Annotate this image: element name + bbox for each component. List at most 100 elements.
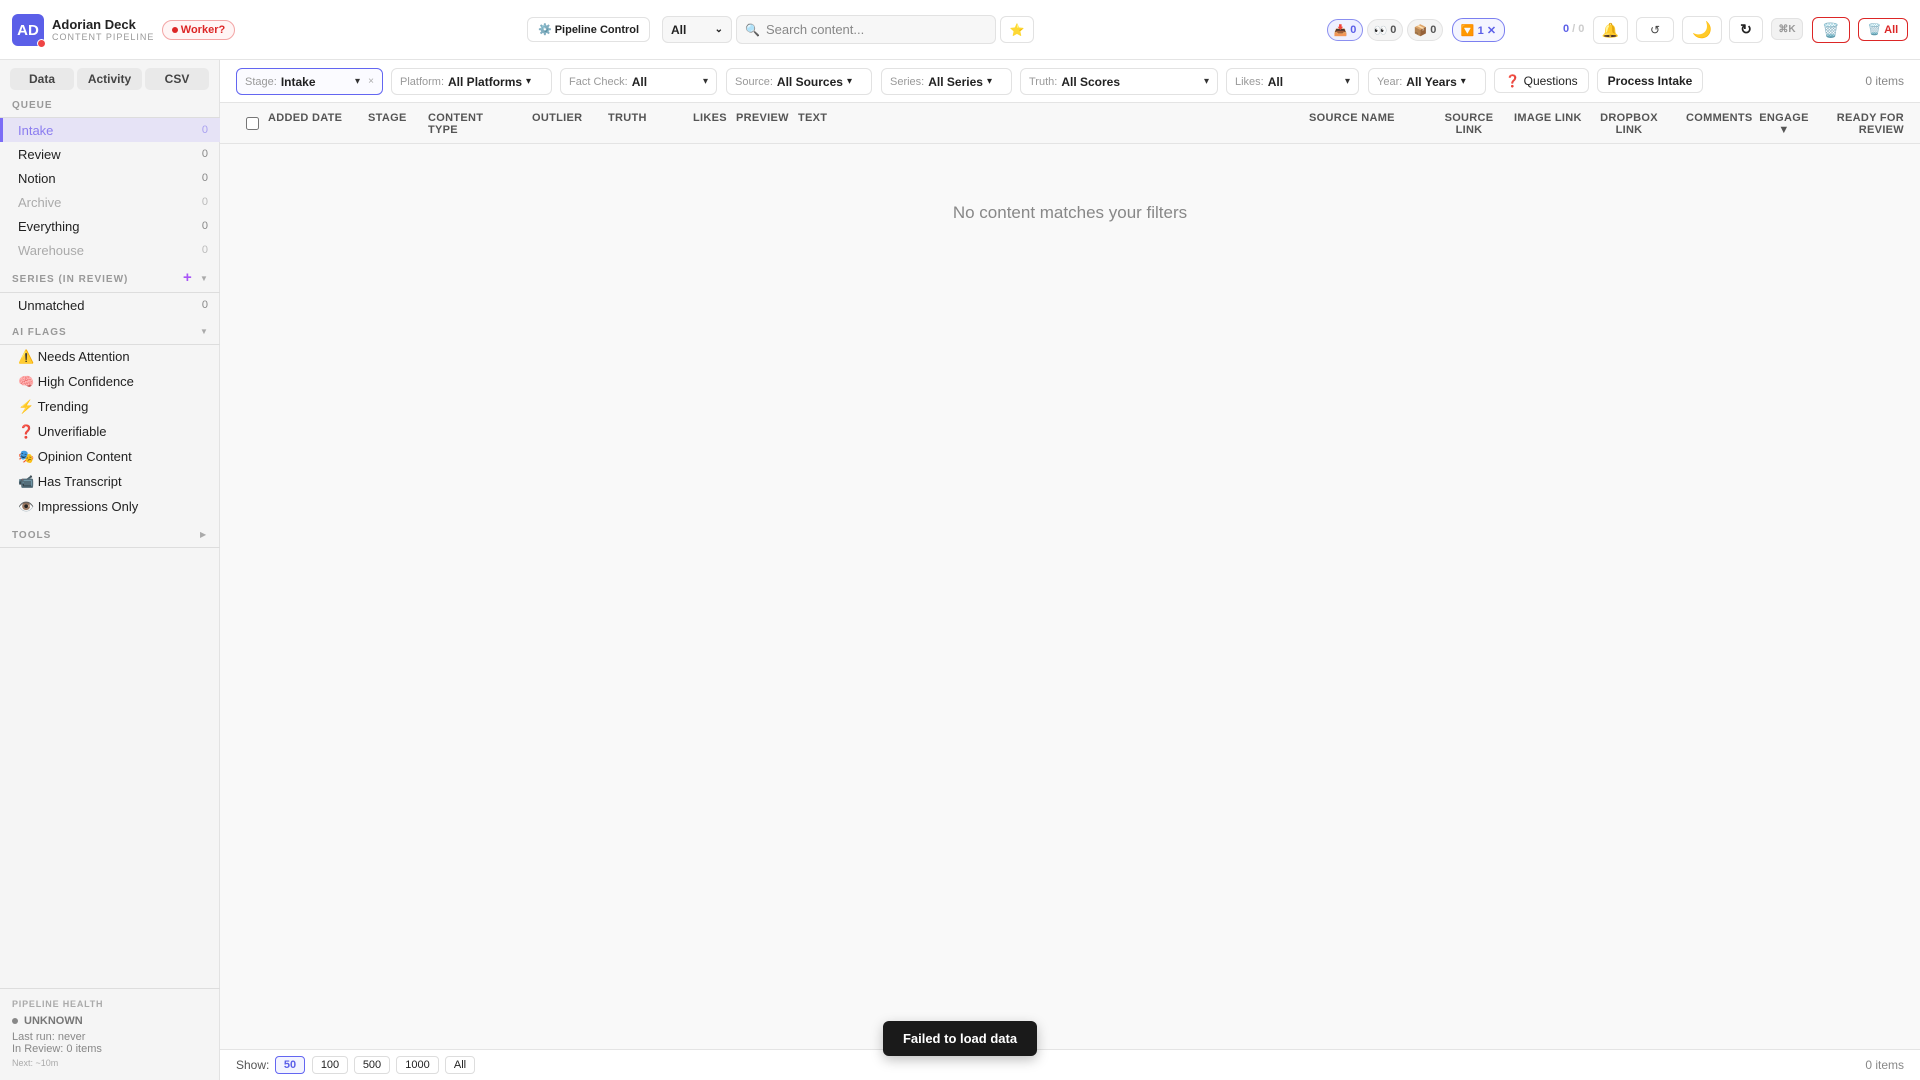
select-all-checkbox[interactable] (246, 117, 259, 130)
flag-needs-attention[interactable]: ⚠️ Needs Attention (0, 345, 220, 369)
footer-item-count: 0 items (1865, 1058, 1904, 1072)
app-title: Adorian Deck (52, 17, 136, 32)
page-size-500[interactable]: 500 (354, 1056, 390, 1074)
likes-filter[interactable]: Likes: All ▾ (1226, 68, 1359, 95)
favorites-star-button[interactable]: ⭐ (1000, 16, 1034, 43)
series-heading: SERIES (IN REVIEW) (12, 274, 129, 285)
footer (220, 1049, 1920, 1080)
worker-status-badge[interactable]: Worker? (162, 20, 235, 40)
clear-stage-icon[interactable]: × (368, 76, 374, 87)
add-series-button[interactable]: + (183, 269, 192, 286)
sidebar-item-warehouse[interactable]: Warehouse 0 (0, 238, 220, 262)
app-logo: AD (12, 14, 46, 48)
sidebar-item-intake[interactable]: Intake 0 (0, 118, 220, 142)
col-content-type[interactable]: CONTENT TYPE (428, 112, 488, 136)
app-subtitle: CONTENT PIPELINE (52, 32, 155, 42)
col-comments[interactable]: COMMENTS (1686, 112, 1753, 124)
col-added-date[interactable]: ADDED DATE (268, 112, 342, 124)
active-filters-clear[interactable]: 🔽 1 ✕ (1452, 18, 1505, 42)
collapse-flags-icon[interactable]: ▼ (200, 327, 208, 336)
col-ready-for-review[interactable]: READY FOR REVIEW (1830, 112, 1904, 136)
search-icon: 🔍 (745, 22, 760, 37)
progress-readout: 0 / 0 (1563, 23, 1585, 35)
col-engage-sorted[interactable]: ENGAGE ▼ (1756, 112, 1812, 136)
expand-tools-icon[interactable]: ▶ (200, 530, 206, 539)
command-palette-shortcut[interactable]: ⌘K (1771, 18, 1803, 40)
tab-activity[interactable]: Activity (77, 68, 142, 90)
col-stage[interactable]: STAGE (368, 112, 407, 124)
show-label: Show: (236, 1058, 270, 1072)
top-bar: AD Adorian Deck CONTENT PIPELINE Worker?… (0, 0, 1920, 60)
col-source-link[interactable]: SOURCE LINK (1438, 112, 1500, 136)
trash-icon[interactable]: 🗑️ (1812, 17, 1850, 43)
dark-mode-moon-icon[interactable]: 🌙 (1682, 16, 1722, 44)
eyes-icon: 👀 (1373, 24, 1388, 37)
divider (0, 547, 220, 548)
pipeline-health-heading: PIPELINE HEALTH (12, 999, 104, 1009)
inbox-icon: 📥 (1333, 24, 1348, 37)
col-image-link[interactable]: IMAGE LINK (1514, 112, 1582, 124)
search-input[interactable]: 🔍 Search content... (736, 15, 996, 44)
flag-high-confidence[interactable]: 🧠 High Confidence (0, 370, 220, 394)
col-preview[interactable]: PREVIEW (736, 112, 789, 124)
process-intake-button[interactable]: Process Intake (1597, 68, 1703, 93)
page-size-all[interactable]: All (445, 1056, 475, 1074)
sidebar-item-notion[interactable]: Notion 0 (0, 166, 220, 190)
series-filter[interactable]: Series: All Series ▾ (881, 68, 1012, 95)
chevron-down-icon: ▾ (1460, 76, 1466, 87)
questions-button[interactable]: ❓ Questions (1494, 68, 1589, 93)
bell-icon[interactable]: 🔔 (1593, 16, 1628, 44)
tools-heading: TOOLS (12, 530, 52, 541)
divider (0, 988, 220, 989)
archive-counter[interactable]: 📦 0 (1407, 19, 1443, 41)
ai-flags-heading: AI FLAGS (12, 327, 67, 338)
flag-trending[interactable]: ⚡ Trending (0, 395, 220, 419)
col-outlier[interactable]: OUTLIER (532, 112, 582, 124)
queue-heading: QUEUE (12, 100, 53, 111)
col-source-name[interactable]: SOURCE NAME (1309, 112, 1395, 124)
truth-filter[interactable]: Truth: All Scores ▾ (1020, 68, 1218, 95)
col-text[interactable]: TEXT (798, 112, 827, 124)
chevron-down-icon: ▾ (1203, 76, 1209, 87)
sidebar-item-unmatched[interactable]: Unmatched 0 (0, 293, 220, 317)
flag-impressions-only[interactable]: 👁️ Impressions Only (0, 495, 220, 519)
intake-counter[interactable]: 📥 0 (1327, 19, 1363, 41)
chevron-down-icon: ▾ (354, 76, 360, 87)
chevron-down-icon: ▾ (526, 76, 532, 87)
source-filter[interactable]: Source: All Sources ▾ (726, 68, 872, 95)
trash-all-button[interactable]: 🗑️ All (1858, 18, 1908, 41)
scope-select[interactable]: All ⌄ (662, 16, 732, 43)
status-dot (37, 39, 46, 48)
page-size-50[interactable]: 50 (275, 1056, 305, 1074)
next-run: Next: ~10m (12, 1058, 59, 1068)
platform-filter[interactable]: Platform: All Platforms ▾ (391, 68, 552, 95)
fact-check-filter[interactable]: Fact Check: All ▾ (560, 68, 717, 95)
undo-icon[interactable]: ↺ (1636, 17, 1674, 42)
col-dropbox-link[interactable]: DROPBOX LINK (1593, 112, 1665, 136)
page-size-100[interactable]: 100 (312, 1056, 348, 1074)
sidebar-item-archive[interactable]: Archive 0 (0, 190, 220, 214)
flag-opinion-content[interactable]: 🎭 Opinion Content (0, 445, 220, 469)
page-size-1000[interactable]: 1000 (396, 1056, 439, 1074)
chevron-down-icon: ▾ (702, 76, 708, 87)
review-counter[interactable]: 👀 0 (1367, 19, 1403, 41)
sidebar-item-everything[interactable]: Everything 0 (0, 214, 220, 238)
flag-unverifiable[interactable]: ❓ Unverifiable (0, 420, 220, 444)
pipeline-health-status: UNKNOWN (12, 1015, 83, 1027)
package-icon: 📦 (1413, 24, 1428, 37)
sidebar-item-review[interactable]: Review 0 (0, 142, 220, 166)
sidebar: Data Activity CSV QUEUE Intake 0 Review 0 … (0, 60, 220, 1080)
col-likes[interactable]: LIKES (693, 112, 727, 124)
empty-state-message: No content matches your filters (952, 203, 1188, 222)
refresh-icon[interactable]: ↻ (1729, 16, 1763, 43)
flag-has-transcript[interactable]: 📹 Has Transcript (0, 470, 220, 494)
col-truth[interactable]: TRUTH (608, 112, 647, 124)
year-filter[interactable]: Year: All Years ▾ (1368, 68, 1486, 95)
pipeline-control-button[interactable]: ⚙️ Pipeline Control (527, 17, 650, 42)
tab-csv[interactable]: CSV (145, 68, 209, 90)
chevron-down-icon: ▾ (986, 76, 992, 87)
chevron-down-icon: ▾ (1344, 76, 1350, 87)
stage-filter[interactable]: Stage: Intake ▾ × (236, 68, 383, 95)
collapse-series-icon[interactable]: ▼ (200, 274, 208, 283)
tab-data[interactable]: Data (10, 68, 74, 90)
